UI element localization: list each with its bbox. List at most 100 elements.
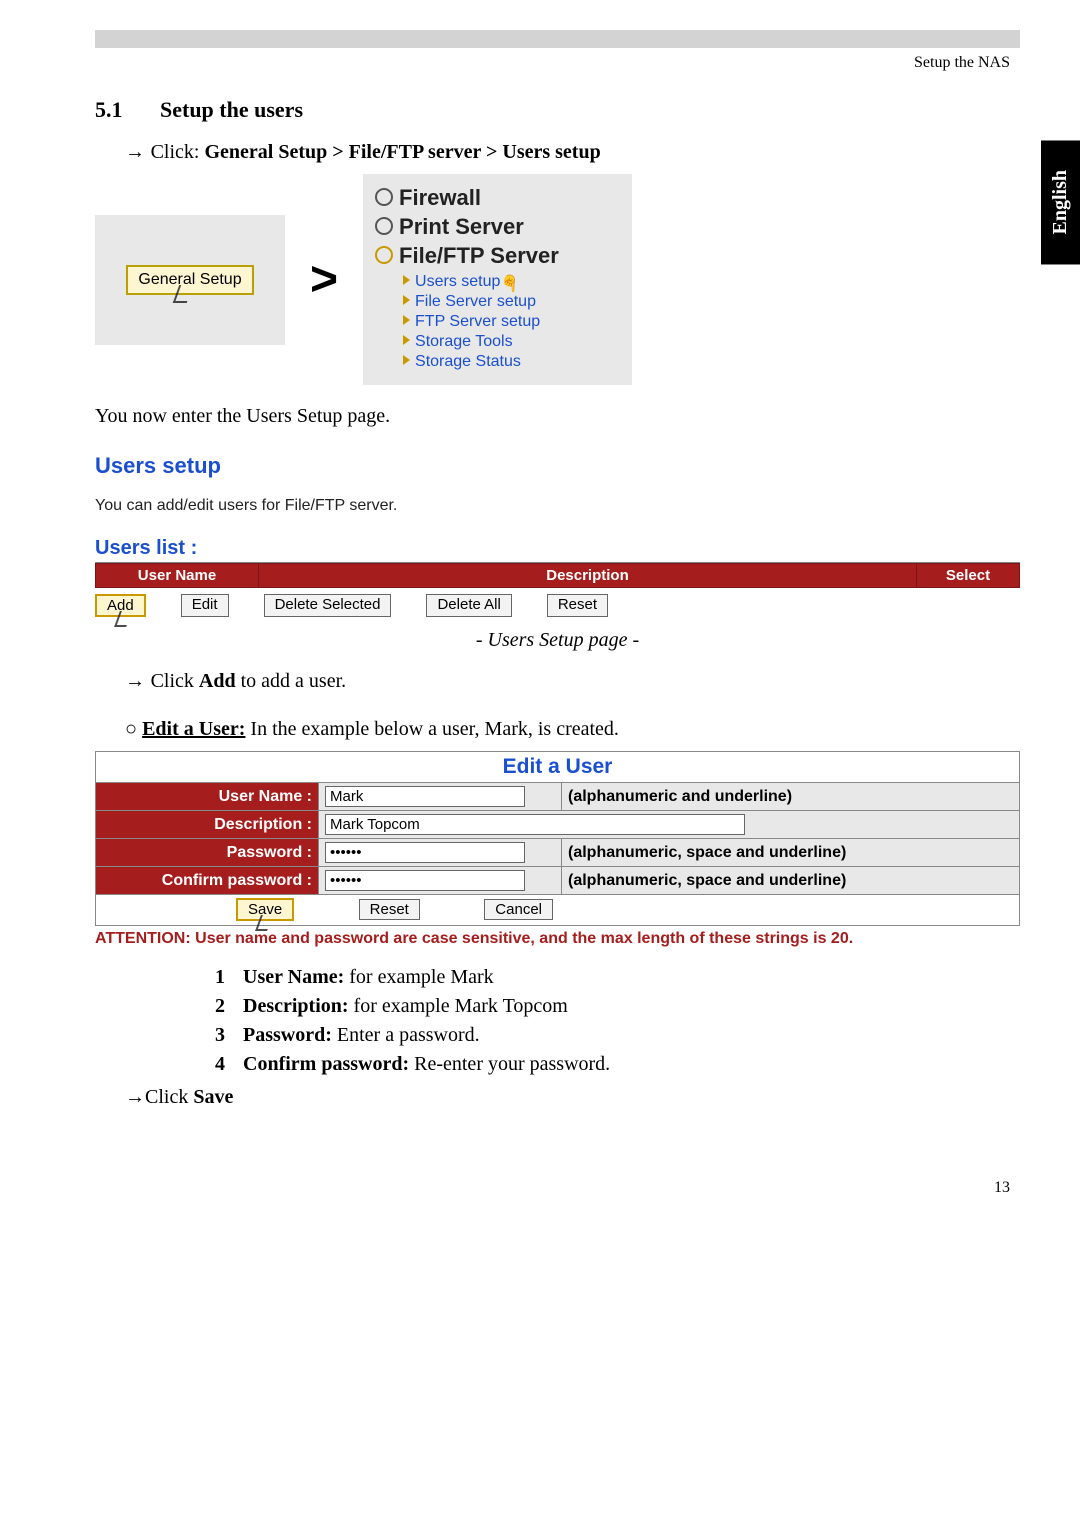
edit-user-table: User Name : Mark (alphanumeric and under… — [95, 782, 1020, 895]
menu-item-print-server[interactable]: Print Server — [375, 214, 620, 240]
cell-input: Mark — [319, 783, 562, 811]
edit-action-row: Save Reset Cancel — [95, 895, 1020, 926]
page-number: 13 — [95, 1179, 1020, 1197]
users-table: User Name Description Select — [95, 563, 1020, 588]
save-button[interactable]: Save — [236, 898, 294, 921]
intro-prefix: Click: — [151, 141, 205, 163]
list-item: 2Description: for example Mark Topcom — [215, 995, 1020, 1018]
row-user-name: User Name : Mark (alphanumeric and under… — [96, 783, 1020, 811]
delete-selected-button[interactable]: Delete Selected — [264, 594, 392, 617]
save-bold: Save — [193, 1086, 233, 1108]
cell-input: Mark Topcom — [319, 811, 1020, 839]
submenu-label: File Server setup — [415, 293, 536, 310]
hint-user-name: (alphanumeric and underline) — [562, 783, 1020, 811]
edit-user-heading: Edit a User — [95, 751, 1020, 782]
section-title: 5.1Setup the users — [95, 97, 1020, 123]
item-label: User Name: — [243, 966, 344, 988]
nav-screenshot: General Setup > Firewall Print Server Fi… — [95, 174, 1020, 385]
ring-icon — [375, 217, 393, 235]
label-description: Description : — [96, 811, 319, 839]
text: Click — [145, 1086, 193, 1108]
list-item: 1User Name: for example Mark — [215, 966, 1020, 989]
user-name-field[interactable]: Mark — [325, 786, 525, 807]
language-tab: English — [1041, 140, 1080, 264]
password-field[interactable]: •••••• — [325, 842, 525, 863]
col-description: Description — [259, 564, 917, 588]
item-text: for example Mark — [344, 966, 493, 988]
reset-edit-button[interactable]: Reset — [359, 899, 420, 920]
menu-label: Print Server — [399, 214, 524, 239]
attention-text: ATTENTION: User name and password are ca… — [95, 930, 1020, 948]
item-number: 1 — [215, 966, 243, 989]
submenu-storage-status[interactable]: Storage Status — [403, 353, 620, 371]
add-button[interactable]: Add — [95, 594, 146, 617]
users-button-row: Add Edit Delete Selected Delete All Rese… — [95, 594, 1020, 617]
item-number: 2 — [215, 995, 243, 1018]
section-heading: Setup the users — [160, 97, 303, 122]
description-field[interactable]: Mark Topcom — [325, 814, 745, 835]
submenu-label: Users setup — [415, 273, 500, 290]
cell-input: •••••• — [319, 867, 562, 895]
menu-item-firewall[interactable]: Firewall — [375, 185, 620, 211]
triangle-icon — [403, 335, 410, 345]
general-setup-panel: General Setup — [95, 215, 285, 345]
list-item: 4Confirm password: Re-enter your passwor… — [215, 1053, 1020, 1076]
users-setup-heading: Users setup — [95, 453, 1020, 479]
item-number: 3 — [215, 1024, 243, 1047]
row-password: Password : •••••• (alphanumeric, space a… — [96, 839, 1020, 867]
row-confirm-password: Confirm password : •••••• (alphanumeric,… — [96, 867, 1020, 895]
list-item: 3Password: Enter a password. — [215, 1024, 1020, 1047]
submenu-label: Storage Status — [415, 353, 521, 370]
submenu: Users setup File Server setup FTP Server… — [403, 273, 620, 371]
item-text: for example Mark Topcom — [349, 995, 568, 1017]
users-setup-desc: You can add/edit users for File/FTP serv… — [95, 497, 1020, 515]
section-number: 5.1 — [95, 97, 160, 123]
item-number: 4 — [215, 1053, 243, 1076]
users-list-heading: Users list : — [95, 537, 1020, 563]
edit-user-block: Edit a User User Name : Mark (alphanumer… — [95, 751, 1020, 948]
item-text: Enter a password. — [332, 1024, 480, 1046]
item-text: Re-enter your password. — [409, 1053, 610, 1075]
text: In the example below a user, Mark, is cr… — [245, 718, 619, 740]
ring-icon — [375, 246, 393, 264]
submenu-file-server-setup[interactable]: File Server setup — [403, 293, 620, 311]
text: Click — [151, 670, 199, 692]
edit-button[interactable]: Edit — [181, 594, 229, 617]
save-line: →Click Save — [125, 1086, 1020, 1109]
after-nav-text: You now enter the Users Setup page. — [95, 405, 1020, 428]
breadcrumb-path: General Setup > File/FTP server > Users … — [204, 141, 600, 163]
top-bar — [95, 30, 1020, 48]
col-select: Select — [917, 564, 1020, 588]
label-confirm-password: Confirm password : — [96, 867, 319, 895]
triangle-icon — [403, 295, 410, 305]
label-user-name: User Name : — [96, 783, 319, 811]
menu-item-file-ftp-server[interactable]: File/FTP Server — [375, 243, 620, 269]
submenu-users-setup[interactable]: Users setup — [403, 273, 620, 291]
header-text: Setup the NAS — [95, 54, 1020, 72]
cell-input: •••••• — [319, 839, 562, 867]
reset-button[interactable]: Reset — [547, 594, 608, 617]
item-label: Description: — [243, 995, 349, 1017]
triangle-icon — [403, 315, 410, 325]
col-user-name: User Name — [96, 564, 259, 588]
intro-line: → Click: General Setup > File/FTP server… — [125, 141, 1020, 164]
cancel-button[interactable]: Cancel — [484, 899, 553, 920]
row-description: Description : Mark Topcom — [96, 811, 1020, 839]
item-label: Confirm password: — [243, 1053, 409, 1075]
edit-user-line: ○ Edit a User: In the example below a us… — [125, 718, 1020, 741]
menu-panel: Firewall Print Server File/FTP Server Us… — [363, 174, 632, 385]
confirm-password-field[interactable]: •••••• — [325, 870, 525, 891]
menu-label: Firewall — [399, 185, 481, 210]
text: to add a user. — [236, 670, 347, 692]
menu-label: File/FTP Server — [399, 243, 559, 268]
submenu-storage-tools[interactable]: Storage Tools — [403, 333, 620, 351]
general-setup-button[interactable]: General Setup — [126, 265, 253, 295]
triangle-icon — [403, 275, 410, 285]
edit-user-title: Edit a User: — [142, 718, 245, 740]
add-bold: Add — [199, 670, 236, 692]
submenu-label: FTP Server setup — [415, 313, 540, 330]
delete-all-button[interactable]: Delete All — [426, 594, 511, 617]
ring-icon — [375, 188, 393, 206]
add-line: → Click Add to add a user. — [125, 670, 1020, 693]
submenu-ftp-server-setup[interactable]: FTP Server setup — [403, 313, 620, 331]
